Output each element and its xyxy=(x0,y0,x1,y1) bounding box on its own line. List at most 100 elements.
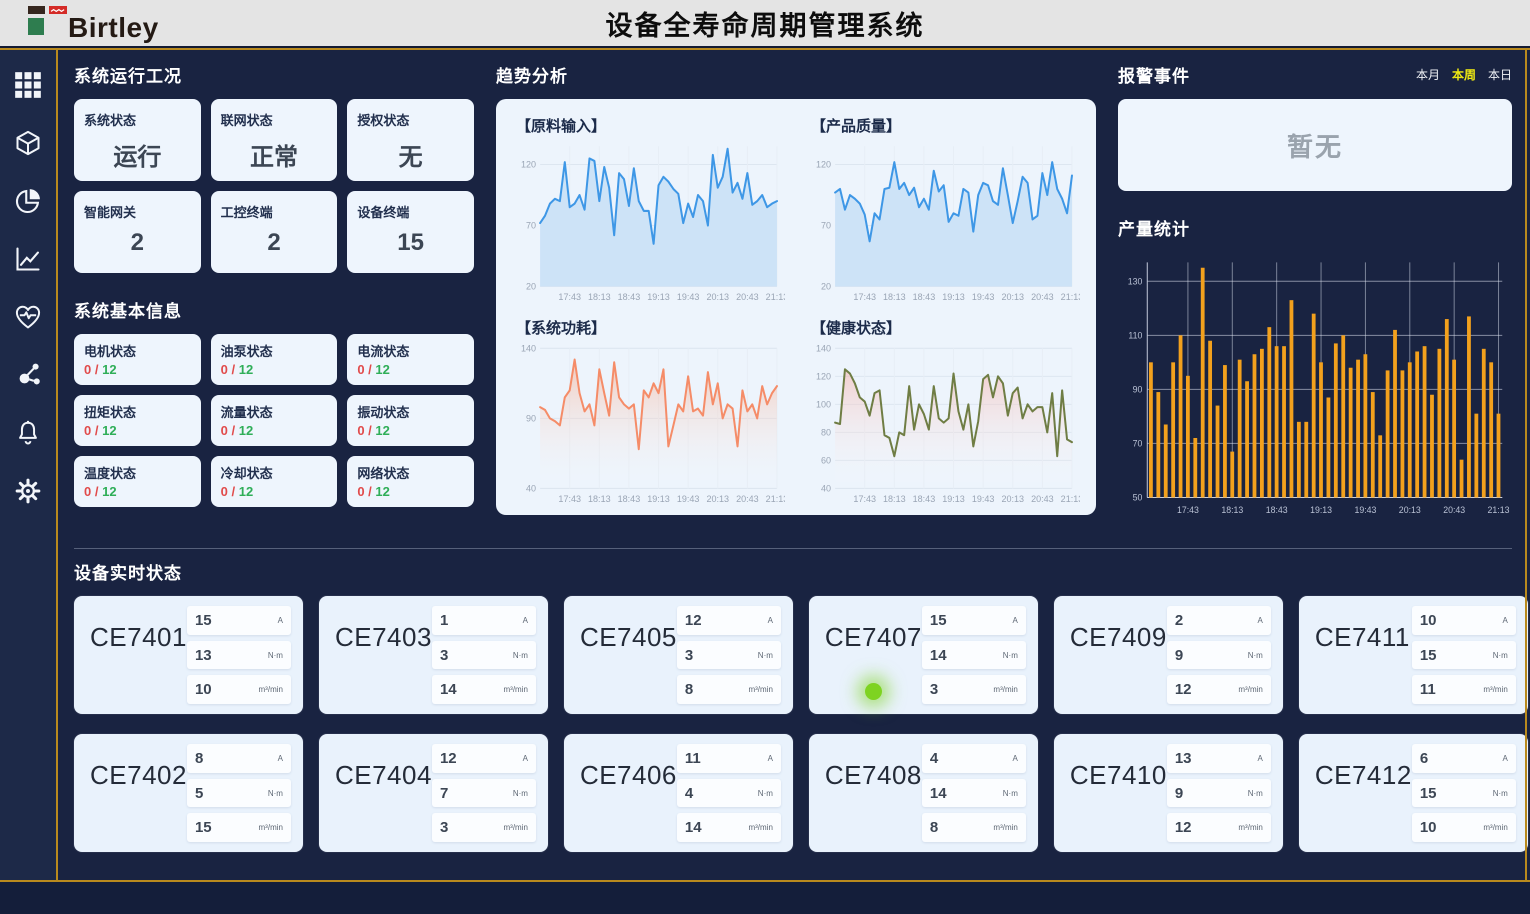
metric-value: 15 xyxy=(1420,647,1437,664)
device-card-CE7408[interactable]: CE74084A14N·m8m³/min xyxy=(809,734,1038,852)
status-card-value: 运行 xyxy=(84,137,191,172)
info-card: 温度状态0 / 12 xyxy=(74,456,201,507)
svg-text:20:13: 20:13 xyxy=(1001,292,1024,302)
svg-text:19:13: 19:13 xyxy=(942,292,965,302)
device-name: CE7411 xyxy=(1315,622,1412,704)
metric-value: 2 xyxy=(1175,612,1183,629)
metric-unit: A xyxy=(1013,754,1018,763)
metric-value: 11 xyxy=(1420,681,1436,698)
device-card-CE7406[interactable]: CE740611A4N·m14m³/min xyxy=(564,734,793,852)
svg-text:17:43: 17:43 xyxy=(558,292,581,302)
device-card-CE7409[interactable]: CE74092A9N·m12m³/min xyxy=(1054,596,1283,714)
device-card-CE7404[interactable]: CE740412A7N·m3m³/min xyxy=(319,734,548,852)
svg-text:140: 140 xyxy=(816,343,831,353)
device-metric: 4A xyxy=(922,744,1026,773)
svg-text:20: 20 xyxy=(821,281,831,291)
metric-value: 10 xyxy=(1420,819,1437,836)
device-metric: 7N·m xyxy=(432,779,536,808)
metric-unit: N·m xyxy=(758,651,773,660)
devices-section: 设备实时状态 CE740115A13N·m10m³/minCE74031A3N·… xyxy=(74,548,1512,880)
metric-value: 10 xyxy=(195,681,212,698)
device-metric: 1A xyxy=(432,606,536,635)
svg-text:18:43: 18:43 xyxy=(1266,505,1288,515)
svg-text:20:13: 20:13 xyxy=(706,494,729,504)
metric-unit: m³/min xyxy=(1483,823,1507,832)
metric-unit: m³/min xyxy=(993,823,1017,832)
apps-grid-icon[interactable] xyxy=(13,70,43,100)
device-metrics: 11A4N·m14m³/min xyxy=(677,744,781,842)
metric-value: 4 xyxy=(930,750,938,767)
status-card: 设备终端15 xyxy=(347,191,474,273)
device-metric: 6A xyxy=(1412,744,1516,773)
info-card: 扭矩状态0 / 12 xyxy=(74,395,201,446)
power-chart-cell: 【系统功耗】 409014017:4318:1318:4319:1319:432… xyxy=(512,305,785,507)
device-card-CE7401[interactable]: CE740115A13N·m10m³/min xyxy=(74,596,303,714)
metric-unit: N·m xyxy=(1248,789,1263,798)
pie-chart-icon[interactable] xyxy=(13,186,43,216)
trend-panel: 【原料输入】 207012017:4318:1318:4319:1319:432… xyxy=(496,99,1096,515)
metric-unit: m³/min xyxy=(993,685,1017,694)
network-icon[interactable] xyxy=(13,360,43,390)
svg-text:18:13: 18:13 xyxy=(883,292,906,302)
metric-unit: N·m xyxy=(513,651,528,660)
alarm-title: 报警事件 xyxy=(1118,62,1190,87)
cube-icon[interactable] xyxy=(13,128,43,158)
metric-unit: N·m xyxy=(1003,651,1018,660)
svg-text:18:13: 18:13 xyxy=(883,494,906,504)
product-quality-chart: 207012017:4318:1318:4319:1319:4320:1320:… xyxy=(807,136,1080,305)
device-metric: 9N·m xyxy=(1167,779,1271,808)
metric-value: 5 xyxy=(195,785,203,802)
alarm-tab-本日[interactable]: 本日 xyxy=(1488,66,1512,83)
device-metrics: 4A14N·m8m³/min xyxy=(922,744,1026,842)
metric-unit: m³/min xyxy=(503,685,527,694)
info-card: 电流状态0 / 12 xyxy=(347,334,474,385)
metric-value: 14 xyxy=(930,647,947,664)
device-card-CE7402[interactable]: CE74028A5N·m15m³/min xyxy=(74,734,303,852)
gear-icon[interactable] xyxy=(13,476,43,506)
status-card: 授权状态无 xyxy=(347,99,474,181)
svg-text:130: 130 xyxy=(1128,276,1143,286)
device-card-CE7412[interactable]: CE74126A15N·m10m³/min xyxy=(1299,734,1528,852)
production-bar-chart: 50709011013017:4318:1318:4319:1319:4320:… xyxy=(1118,248,1512,520)
info-card: 油泵状态0 / 12 xyxy=(211,334,338,385)
device-metric: 3N·m xyxy=(432,641,536,670)
heart-pulse-icon[interactable] xyxy=(13,302,43,332)
top-row: 系统运行工况 系统状态运行联网状态正常授权状态无智能网关2工控终端2设备终端15… xyxy=(74,62,1512,536)
device-metric: 8A xyxy=(187,744,291,773)
svg-text:17:43: 17:43 xyxy=(853,292,876,302)
device-metrics: 12A3N·m8m³/min xyxy=(677,606,781,704)
device-metric: 14N·m xyxy=(922,779,1026,808)
device-card-CE7410[interactable]: CE741013A9N·m12m³/min xyxy=(1054,734,1283,852)
device-metric: 10 m³/min xyxy=(1412,813,1516,842)
device-metric: 14 N·m xyxy=(922,641,1026,670)
device-card-CE7405[interactable]: CE740512A3N·m8m³/min xyxy=(564,596,793,714)
line-chart-icon[interactable] xyxy=(13,244,43,274)
info-card-total: 12 xyxy=(239,362,253,377)
svg-text:18:13: 18:13 xyxy=(588,494,611,504)
info-card-label: 冷却状态 xyxy=(221,463,328,482)
svg-text:21:13: 21:13 xyxy=(1488,505,1510,515)
device-card-CE7411[interactable]: CE741110A15N·m11m³/min xyxy=(1299,596,1528,714)
alarm-empty-text: 暂无 xyxy=(1287,127,1343,164)
status-card-label: 系统状态 xyxy=(84,110,191,129)
device-card-CE7403[interactable]: CE74031A3N·m14m³/min xyxy=(319,596,548,714)
trend-column: 趋势分析 【原料输入】 207012017:4318:1318:4319:131… xyxy=(496,62,1096,536)
metric-value: 6 xyxy=(1420,750,1428,767)
info-card-label: 油泵状态 xyxy=(221,341,328,360)
metric-unit: m³/min xyxy=(1238,823,1262,832)
svg-text:120: 120 xyxy=(521,160,536,170)
info-card-current: 0 / xyxy=(84,362,98,377)
metric-unit: m³/min xyxy=(503,823,527,832)
device-metric: 11A xyxy=(677,744,781,773)
alarm-tab-本周[interactable]: 本周 xyxy=(1452,66,1476,83)
product-quality-chart-cell: 【产品质量】 207012017:4318:1318:4319:1319:432… xyxy=(807,103,1080,305)
alarm-tab-本月[interactable]: 本月 xyxy=(1416,66,1440,83)
device-card-CE7407[interactable]: CE740715A14N·m3m³/min xyxy=(809,596,1038,714)
bell-icon[interactable] xyxy=(13,418,43,448)
status-card: 联网状态正常 xyxy=(211,99,338,181)
metric-value: 8 xyxy=(685,681,693,698)
app-window: Birtley 设备全寿命周期管理系统 系统运行工况 系统状态运行联网状态正常授… xyxy=(0,0,1530,914)
svg-text:19:43: 19:43 xyxy=(677,292,700,302)
svg-text:19:43: 19:43 xyxy=(1354,505,1376,515)
device-metrics: 8A5N·m15m³/min xyxy=(187,744,291,842)
